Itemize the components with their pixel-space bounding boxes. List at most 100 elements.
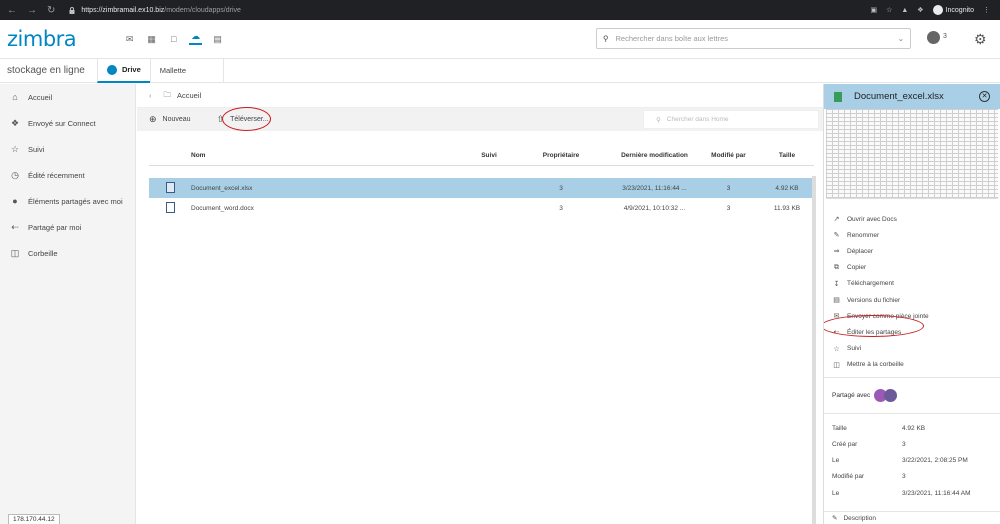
file-preview	[826, 109, 998, 199]
col-modified-header[interactable]: Dernière modification	[612, 152, 697, 159]
lock-icon	[69, 6, 75, 14]
col-modified-by-header[interactable]: Modifié par	[697, 152, 760, 159]
tab-drive[interactable]: Drive	[97, 58, 150, 83]
folder-icon: 🗀	[163, 90, 172, 99]
zimbra-logo[interactable]: zimbra	[7, 27, 77, 51]
table-row[interactable]: Document_excel.xlsx 3 3/23/2021, 11:16:4…	[149, 178, 814, 198]
share-avatar[interactable]	[884, 388, 898, 402]
mail-icon: ✉	[833, 313, 840, 321]
property-value: 3	[902, 473, 906, 481]
contacts-icon[interactable]: ▤	[211, 34, 224, 45]
action-rename[interactable]: ✎ Renommer	[824, 227, 1000, 243]
bookmark-star-icon[interactable]: ☆	[886, 6, 892, 14]
mailbox-search-input[interactable]: ⚲ Rechercher dans boîte aux lettres ⌄	[596, 28, 911, 49]
profile-button[interactable]: Incognito	[932, 5, 974, 15]
home-icon: ⌂	[12, 92, 18, 102]
shared-with-label: Partagé avec	[832, 391, 871, 399]
close-icon[interactable]: ✕	[979, 91, 990, 102]
forward-arrow-icon[interactable]: →	[27, 5, 37, 16]
address-bar[interactable]: https://zimbramail.ex10.biz/modern/cloud…	[69, 7, 241, 14]
move-icon: ⇒	[833, 248, 840, 256]
gear-icon[interactable]: ⚙	[974, 31, 987, 48]
details-title: Document_excel.xlsx	[854, 91, 944, 102]
action-label: Suivi	[847, 345, 862, 353]
chevron-down-icon[interactable]: ⌄	[898, 34, 904, 43]
sidebar-item-trash[interactable]: ◫ Corbeille	[0, 240, 135, 266]
action-follow[interactable]: ☆ Suivi	[824, 341, 1000, 357]
action-label: Ouvrir avec Docs	[847, 215, 897, 223]
action-move[interactable]: ⇒ Déplacer	[824, 243, 1000, 259]
table-header: Nom Suivi Propriétaire Dernière modifica…	[149, 146, 814, 166]
action-label: Renommer	[847, 231, 880, 239]
camera-icon[interactable]: ▣	[870, 6, 877, 14]
reload-icon[interactable]: ↻	[47, 5, 55, 16]
upload-button[interactable]: ⇧ Téléverser...	[217, 114, 269, 125]
calendar-icon[interactable]: ▦	[145, 34, 158, 45]
description-field[interactable]: ✎ Description	[824, 511, 1000, 524]
user-avatar[interactable]	[927, 31, 940, 44]
back-arrow-icon[interactable]: ←	[7, 5, 17, 16]
sidebar-item-shared-with-me[interactable]: ● Éléments partagés avec moi	[0, 188, 135, 214]
action-label: Mettre à la corbeille	[847, 361, 904, 369]
file-owner: 3	[559, 184, 563, 192]
tab-mallette-label: Mallette	[159, 66, 187, 75]
extension-icon[interactable]: ▲	[901, 7, 908, 14]
mail-icon[interactable]: ✉	[123, 34, 136, 45]
search-icon: ⚲	[656, 116, 661, 124]
back-chevron-icon[interactable]: ‹	[149, 91, 152, 100]
share-icon: ⇠	[833, 329, 840, 337]
puzzle-icon[interactable]: ❖	[917, 6, 923, 14]
copy-icon: ⧉	[834, 263, 839, 271]
col-suivi-header[interactable]: Suivi	[468, 152, 510, 159]
folder-search-placeholder: Chercher dans Home	[666, 116, 729, 123]
upload-icon: ⇧	[216, 114, 225, 124]
property-key: Le	[832, 457, 840, 465]
sidebar-item-label: Corbeille	[28, 248, 58, 258]
action-open-docs[interactable]: ↗ Ouvrir avec Docs	[824, 211, 1000, 227]
trash-icon: ◫	[10, 247, 20, 258]
sidebar-item-label: Éléments partagés avec moi	[28, 196, 123, 206]
action-label: Envoyer comme pièce jointe	[847, 312, 929, 320]
action-versions[interactable]: ▤ Versions du fichier	[824, 292, 1000, 308]
col-size-header[interactable]: Taille	[760, 152, 814, 159]
file-table: Nom Suivi Propriétaire Dernière modifica…	[149, 146, 814, 218]
document-file-icon	[165, 201, 175, 213]
sidebar-item-suivi[interactable]: ☆ Suivi	[0, 136, 135, 162]
property-row: Le 3/23/2021, 11:16:44 AM	[824, 485, 1000, 501]
sidebar-item-recent[interactable]: ◷ Édité récemment	[0, 162, 135, 188]
search-placeholder: Rechercher dans boîte aux lettres	[615, 34, 729, 43]
cloud-icon[interactable]: ☁	[189, 31, 203, 45]
people-icon: ●	[12, 196, 18, 206]
col-owner-header[interactable]: Propriétaire	[510, 152, 612, 159]
property-value: 4.92 KB	[902, 424, 926, 432]
action-copy[interactable]: ⧉ Copier	[824, 260, 1000, 276]
pencil-icon: ✎	[832, 515, 838, 522]
new-button[interactable]: ⊕ Nouveau	[149, 114, 191, 125]
property-key: Modifié par	[832, 473, 865, 481]
action-trash[interactable]: ◫ Mettre à la corbeille	[824, 357, 1000, 373]
breadcrumb-current[interactable]: Accueil	[177, 91, 201, 100]
external-icon: ↗	[833, 216, 840, 224]
sidebar-item-shared-by-me[interactable]: ⇠ Partagé par moi	[0, 214, 135, 240]
file-modified: 3/23/2021, 11:16:44 ...	[622, 184, 687, 192]
chat-icon[interactable]: □	[167, 34, 180, 45]
property-key: Le	[832, 489, 840, 497]
sidebar-item-connect[interactable]: ❖ Envoyé sur Connect	[0, 110, 135, 136]
sidebar-item-accueil[interactable]: ⌂ Accueil	[0, 84, 135, 110]
col-name-header[interactable]: Nom	[191, 152, 468, 159]
menu-dots-icon[interactable]: ⋮	[983, 6, 990, 14]
file-modified: 4/9/2021, 10:10:32 ...	[623, 204, 686, 212]
app-header: zimbra ✉ ▦ □ ☁ ▤ ⚲ Rechercher dans boîte…	[0, 20, 1000, 58]
table-row[interactable]: Document_word.docx 3 4/9/2021, 10:10:32 …	[149, 198, 814, 218]
spreadsheet-icon	[834, 91, 842, 102]
action-edit-shares[interactable]: ⇠ Éditer les partages	[824, 324, 1000, 340]
star-icon: ☆	[833, 345, 840, 353]
tab-mallette[interactable]: Mallette	[149, 58, 224, 83]
action-send-attachment[interactable]: ✉ Envoyer comme pièce jointe	[824, 308, 1000, 324]
user-menu-label[interactable]: 3	[943, 33, 947, 40]
action-download[interactable]: ↧ Téléchargement	[824, 276, 1000, 292]
pencil-icon: ✎	[833, 232, 840, 240]
folder-search-input[interactable]: ⚲ Chercher dans Home	[643, 110, 819, 129]
file-size: 4.92 KB	[775, 184, 799, 192]
scrollbar[interactable]	[812, 176, 816, 524]
